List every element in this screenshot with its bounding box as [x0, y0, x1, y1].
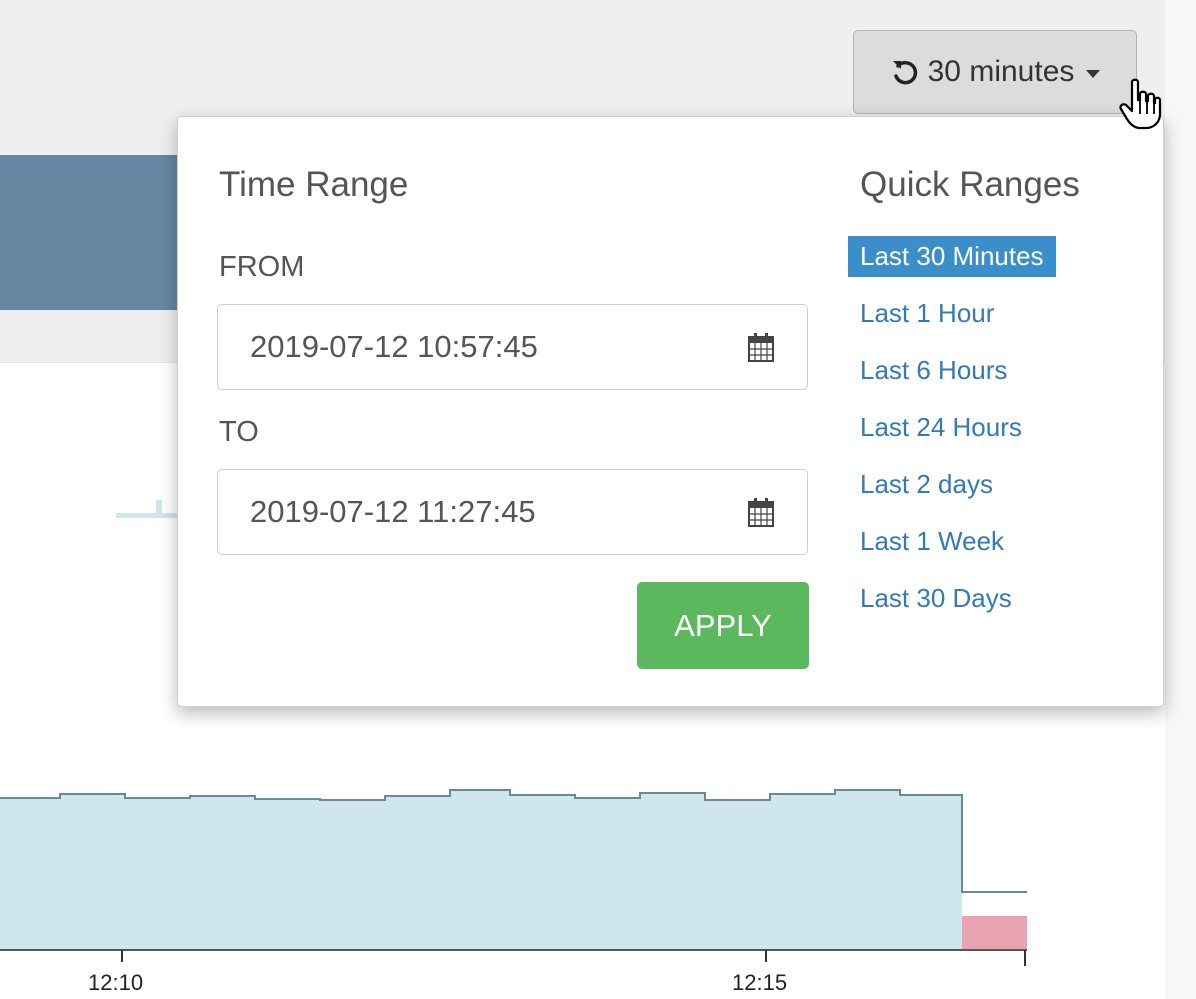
quick-range-last-30-minutes[interactable]: Last 30 Minutes: [848, 236, 1056, 293]
to-label: TO: [219, 416, 259, 448]
apply-button[interactable]: APPLY: [637, 582, 809, 669]
to-date-input[interactable]: [218, 470, 807, 554]
quick-range-last-6-hours[interactable]: Last 6 Hours: [848, 350, 1056, 407]
background-step-chart: [0, 789, 1027, 966]
calendar-icon[interactable]: [747, 496, 775, 528]
quick-range-last-2-days[interactable]: Last 2 days: [848, 464, 1056, 521]
chart-alert-segment: [962, 916, 1027, 950]
dashboard-panel-block: [0, 155, 180, 310]
x-axis-tick-label: 12:10: [88, 970, 144, 995]
hand-pointer-icon: [1119, 78, 1162, 130]
quick-range-last-1-week[interactable]: Last 1 Week: [848, 521, 1056, 578]
time-range-title: Time Range: [219, 165, 409, 204]
quick-ranges-title: Quick Ranges: [860, 165, 1080, 204]
quick-range-last-24-hours[interactable]: Last 24 Hours: [848, 407, 1056, 464]
page-edge-strip: [1165, 0, 1196, 999]
x-axis-tick-label: 12:15: [732, 970, 788, 995]
from-date-input[interactable]: [218, 305, 807, 389]
mini-sparkline: [116, 500, 178, 518]
refresh-icon: [892, 60, 917, 85]
caret-down-icon: [1086, 70, 1101, 78]
quick-ranges-list: Last 30 Minutes Last 1 Hour Last 6 Hours…: [848, 236, 1056, 635]
from-label: FROM: [219, 251, 305, 283]
chart-area-fill: [0, 790, 962, 950]
to-date-field[interactable]: [217, 469, 808, 555]
calendar-icon[interactable]: [747, 331, 775, 363]
quick-range-last-30-days[interactable]: Last 30 Days: [848, 578, 1056, 635]
time-range-dropdown-button[interactable]: 30 minutes: [853, 30, 1137, 114]
from-date-field[interactable]: [217, 304, 808, 390]
time-range-button-label: 30 minutes: [927, 55, 1075, 88]
quick-range-last-1-hour[interactable]: Last 1 Hour: [848, 293, 1056, 350]
time-range-popup: Time Range FROM TO APPLY Quick Ranges La…: [177, 116, 1164, 707]
